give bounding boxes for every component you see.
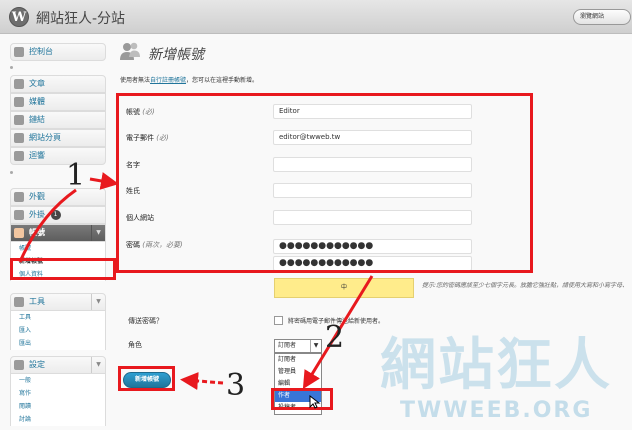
step-number-1: 1: [66, 158, 86, 193]
step-number-2: 2: [325, 320, 345, 355]
mouse-cursor-icon: [309, 395, 321, 409]
annotation-arrows: [18, 172, 374, 390]
step-number-3: 3: [226, 368, 246, 403]
